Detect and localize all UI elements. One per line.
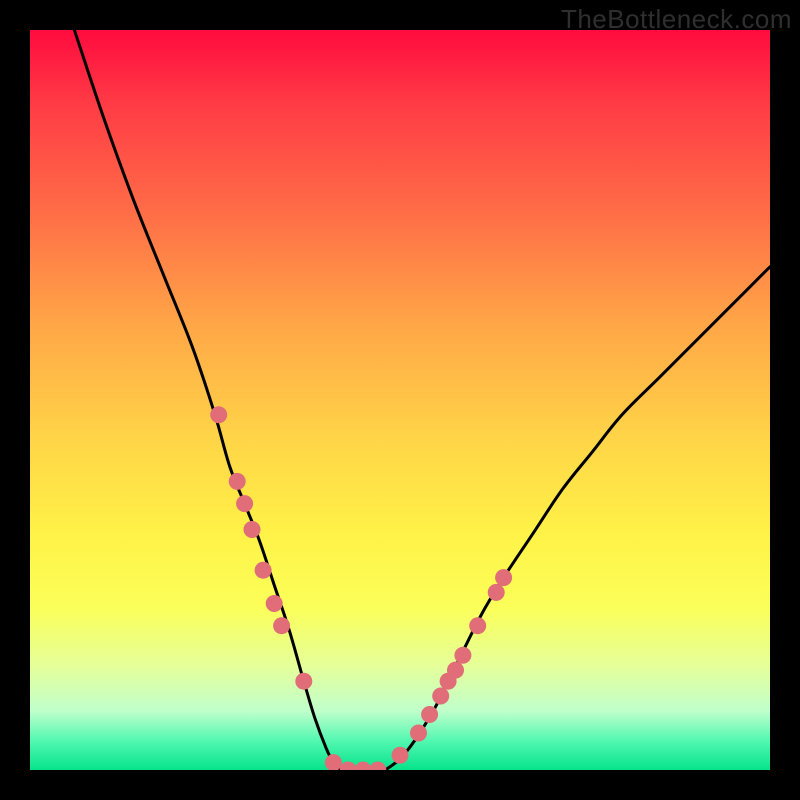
marker-l7 <box>273 617 290 634</box>
marker-l3 <box>236 495 253 512</box>
chart-frame: TheBottleneck.com <box>0 0 800 800</box>
series-left-curve <box>74 30 340 770</box>
series-group <box>74 30 770 770</box>
watermark-text: TheBottleneck.com <box>561 4 792 35</box>
marker-r9 <box>488 584 505 601</box>
marker-r3 <box>421 706 438 723</box>
marker-l1 <box>210 406 227 423</box>
marker-r7 <box>454 647 471 664</box>
marker-b1 <box>325 754 342 770</box>
marker-b2 <box>340 762 357 771</box>
marker-l2 <box>229 473 246 490</box>
marker-l5 <box>255 562 272 579</box>
marker-b4 <box>369 762 386 771</box>
marker-r10 <box>495 569 512 586</box>
marker-group <box>210 406 512 770</box>
marker-r2 <box>410 725 427 742</box>
marker-l8 <box>295 673 312 690</box>
marker-b3 <box>355 762 372 771</box>
plot-area <box>30 30 770 770</box>
marker-r4 <box>432 688 449 705</box>
chart-svg <box>30 30 770 770</box>
marker-l6 <box>266 595 283 612</box>
marker-r1 <box>392 747 409 764</box>
marker-r8 <box>469 617 486 634</box>
marker-r6 <box>447 662 464 679</box>
marker-l4 <box>244 521 261 538</box>
